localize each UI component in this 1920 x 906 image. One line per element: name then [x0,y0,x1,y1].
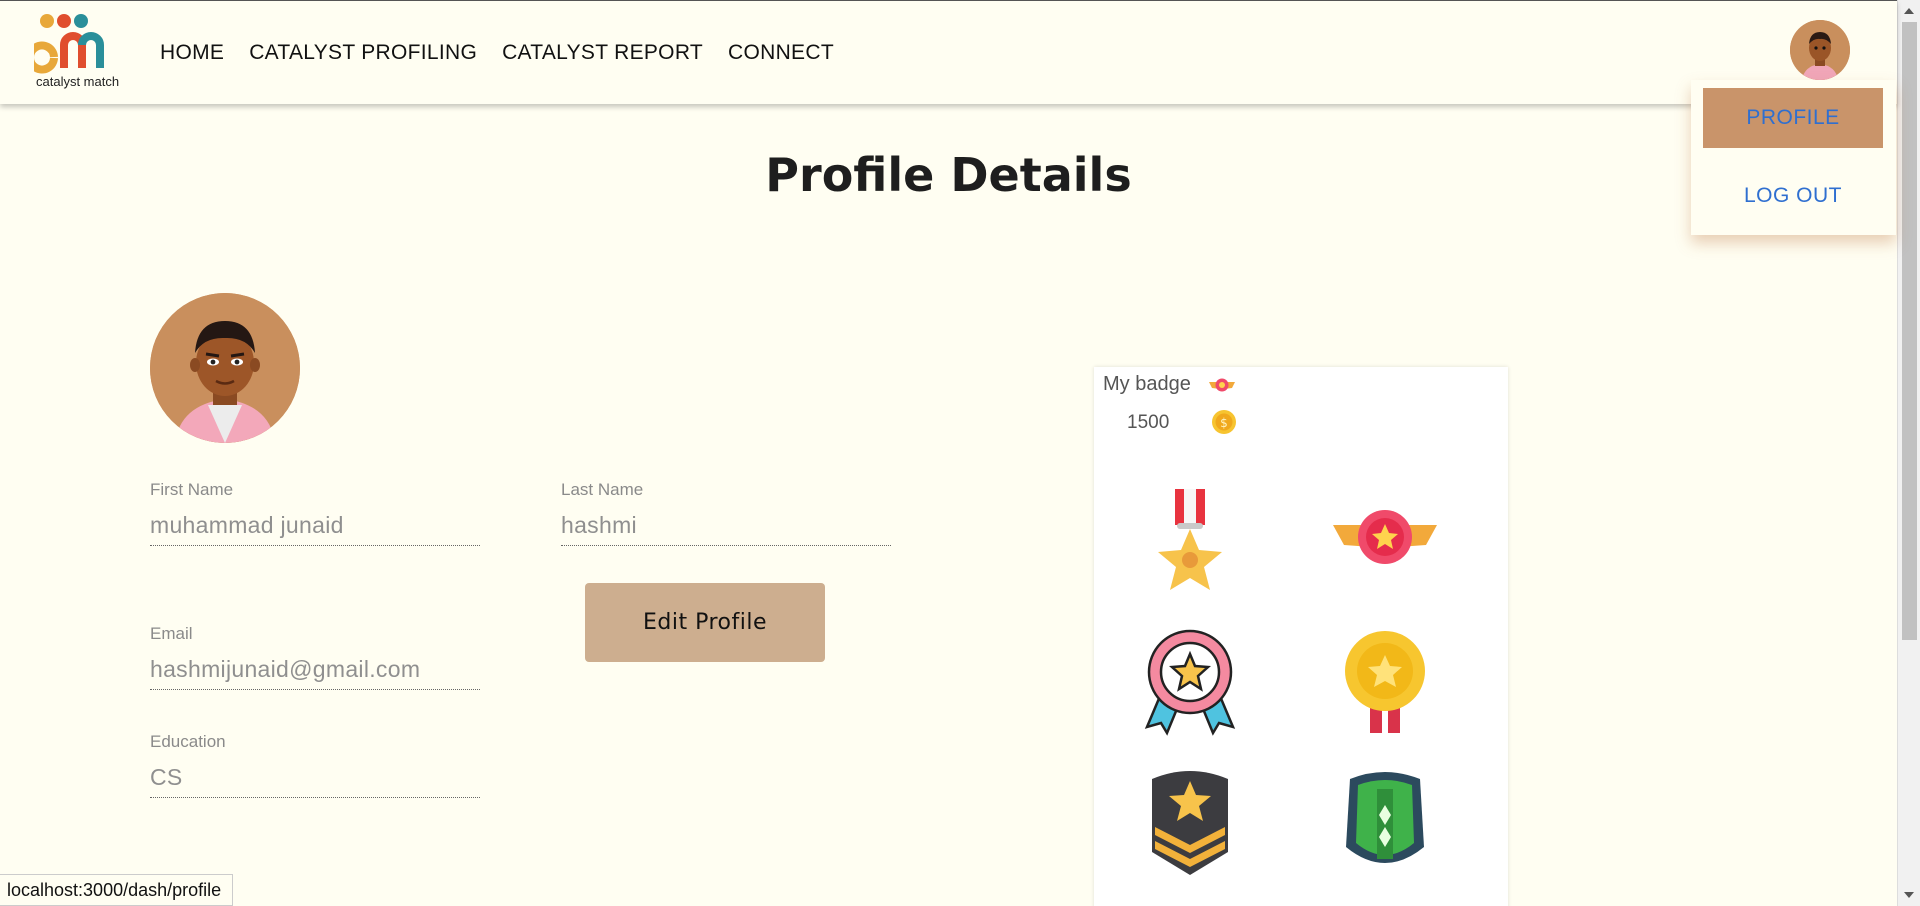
nav-connect[interactable]: CONNECT [728,41,834,65]
profile-avatar [150,293,300,443]
logo-text: catalyst match [36,74,120,89]
first-name-field[interactable]: First Name muhammad junaid [150,480,480,546]
svg-text:$: $ [1220,416,1228,430]
page-title: Profile Details [765,148,1132,202]
edit-profile-button[interactable]: Edit Profile [585,583,825,662]
top-navbar: catalyst match HOME CATALYST PROFILING C… [0,0,1897,104]
education-label: Education [150,732,226,751]
dropdown-logout-item[interactable]: LOG OUT [1703,166,1883,226]
email-field[interactable]: Email hashmijunaid@gmail.com [150,624,480,690]
winged-badge-icon [1209,378,1235,392]
dropdown-profile-item[interactable]: PROFILE [1703,88,1883,148]
green-shield-icon [1346,772,1424,863]
first-name-value[interactable]: muhammad junaid [150,512,480,546]
gold-medal-icon [1345,631,1425,733]
nav-catalyst-profiling[interactable]: CATALYST PROFILING [249,41,477,65]
main-nav: HOME CATALYST PROFILING CATALYST REPORT … [160,41,859,65]
coin-icon: $ [1212,410,1236,434]
nav-home[interactable]: HOME [160,41,224,65]
last-name-value[interactable]: hashmi [561,512,891,546]
badge-title: My badge [1103,373,1191,395]
coin-count: 1500 [1127,412,1170,433]
star-medal-icon [1158,489,1222,590]
sergeant-chevron-icon [1152,771,1228,875]
last-name-label: Last Name [561,480,644,499]
vertical-scrollbar[interactable] [1897,0,1920,906]
winged-medal-icon [1333,510,1437,564]
email-label: Email [150,624,193,643]
scroll-up-arrow-icon[interactable] [1904,8,1914,14]
status-bar-url: localhost:3000/dash/profile [0,874,234,906]
education-field[interactable]: Education CS [150,732,480,798]
education-value[interactable]: CS [150,764,480,798]
nav-catalyst-report[interactable]: CATALYST REPORT [502,41,703,65]
user-dropdown-menu: PROFILE LOG OUT [1691,80,1896,235]
last-name-field[interactable]: Last Name hashmi [561,480,891,546]
scroll-down-arrow-icon[interactable] [1904,892,1914,898]
rosette-icon [1144,629,1236,736]
badge-panel: My badge 1500 $ [1094,367,1508,906]
scroll-thumb[interactable] [1902,22,1917,640]
first-name-label: First Name [150,480,234,499]
user-avatar-icon[interactable] [1790,20,1850,80]
email-value[interactable]: hashmijunaid@gmail.com [150,656,480,690]
